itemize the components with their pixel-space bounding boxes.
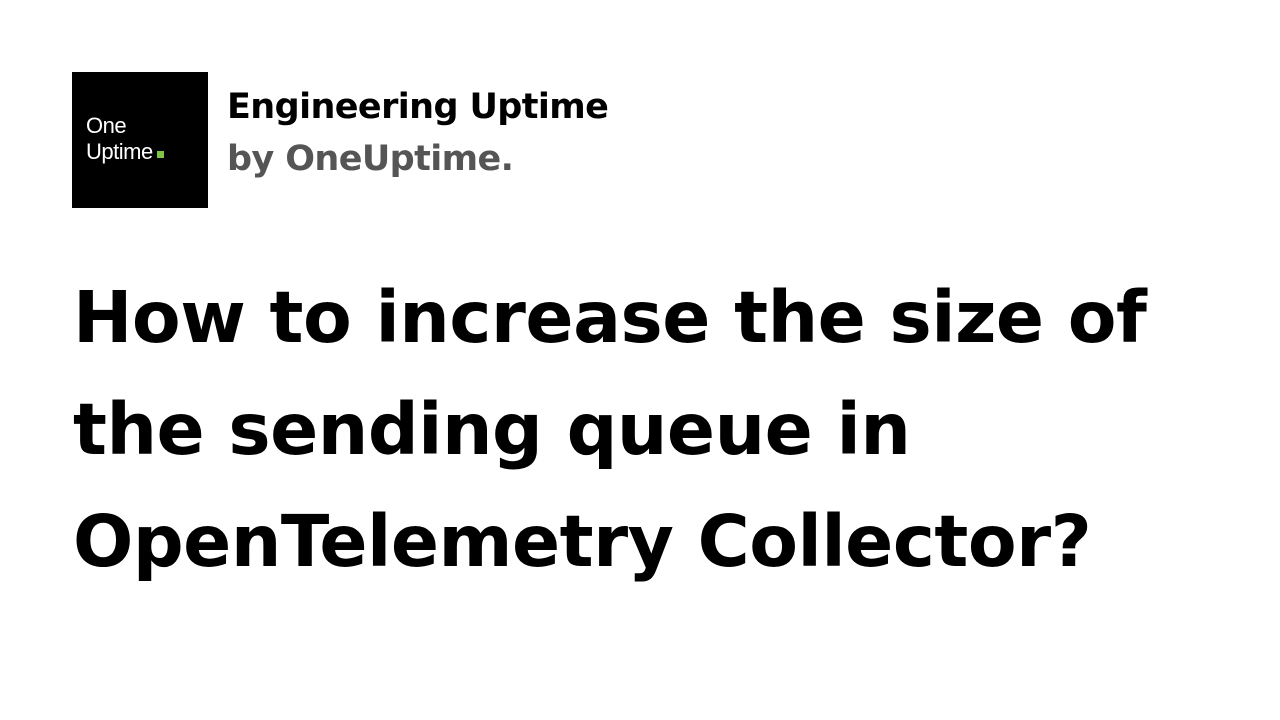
brand-title: Engineering Uptime [227, 87, 609, 127]
brand-block: Engineering Uptime by OneUptime. [227, 84, 609, 188]
headline-line-2: the sending queue in [73, 388, 911, 471]
oneuptime-logo: One Uptime [72, 72, 208, 208]
article-headline: How to increase the size of the sending … [73, 262, 1223, 598]
brand-subtitle: by OneUptime. [227, 139, 514, 179]
logo-square-icon [156, 151, 164, 158]
logo-line-two-text: Uptime [86, 139, 153, 164]
logo-line-two: Uptime [86, 139, 164, 165]
logo-line-one: One [86, 113, 127, 138]
blog-cover-card: One Uptime Engineering Uptime by OneUpti… [0, 0, 1280, 720]
headline-line-1: How to increase the size of [73, 276, 1147, 359]
headline-line-3: OpenTelemetry Collector? [73, 500, 1092, 583]
logo-wordmark: One Uptime [86, 113, 164, 165]
